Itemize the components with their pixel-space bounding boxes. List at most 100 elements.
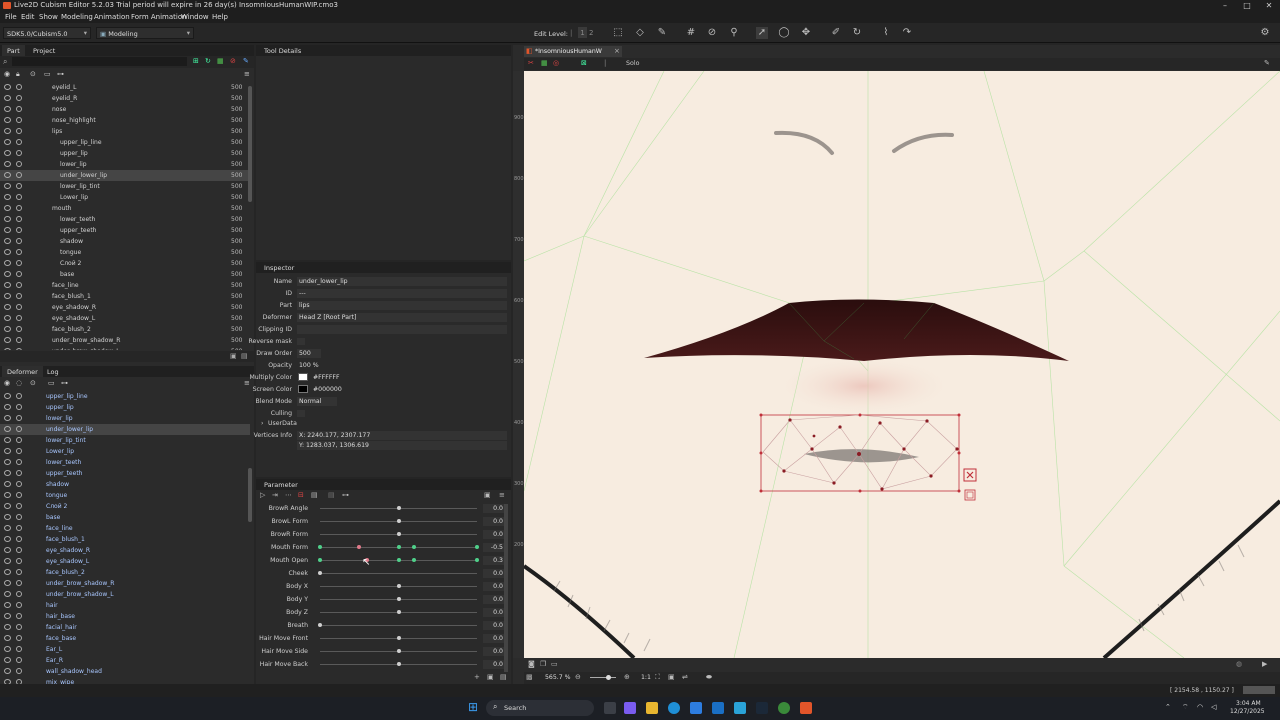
lock-toggle-icon[interactable]: [16, 613, 22, 619]
visibility-eye-icon[interactable]: [4, 569, 11, 575]
menu-help[interactable]: Help: [212, 13, 228, 21]
keyframe-dot[interactable]: [396, 545, 401, 549]
inspector-value[interactable]: Normal: [297, 397, 337, 406]
lock-toggle-icon[interactable]: [16, 580, 22, 586]
part-scrollbar[interactable]: [248, 86, 252, 202]
lock-toggle-icon[interactable]: [16, 249, 22, 255]
part-row[interactable]: eye_shadow_L 500: [0, 313, 250, 324]
view-grid-icon[interactable]: ▦: [541, 59, 548, 67]
grid-icon[interactable]: #: [685, 27, 697, 39]
menu-file[interactable]: File: [5, 13, 17, 21]
hierarchy-header-icon[interactable]: ⊶: [57, 70, 64, 78]
parameter-slider-knob[interactable]: [396, 519, 401, 523]
lock-toggle-icon[interactable]: [16, 426, 22, 432]
lock-toggle-icon[interactable]: [16, 415, 22, 421]
visibility-eye-icon[interactable]: [4, 205, 11, 211]
lock-toggle-icon[interactable]: [16, 139, 22, 145]
cubism-taskbar-icon[interactable]: [800, 702, 812, 714]
parameter-value[interactable]: -0.5: [483, 543, 505, 552]
pin-tool-icon[interactable]: ⚲: [728, 27, 740, 39]
visibility-eye-icon[interactable]: [4, 172, 11, 178]
parameter-slider-knob[interactable]: [396, 662, 401, 666]
tab-part[interactable]: Part: [2, 45, 25, 56]
lock-toggle-icon[interactable]: [16, 128, 22, 134]
visibility-eye-icon[interactable]: [4, 293, 11, 299]
deformer-row[interactable]: upper_teeth: [0, 468, 250, 479]
deformer-row[interactable]: face_base: [0, 633, 250, 644]
lock-toggle-icon[interactable]: [16, 183, 22, 189]
view-frame-icon[interactable]: ⊠: [581, 59, 587, 67]
lock-toggle-icon[interactable]: [16, 646, 22, 652]
mesh-close-handle-icon[interactable]: [963, 468, 977, 482]
part-search-input[interactable]: [12, 57, 187, 66]
lasso-icon[interactable]: ◯: [778, 27, 790, 39]
mesh-brush-icon[interactable]: ✎: [656, 27, 668, 39]
lock-toggle-icon[interactable]: [16, 117, 22, 123]
deformer-row[interactable]: lower_lip_tint: [0, 435, 250, 446]
lock-toggle-icon[interactable]: [16, 271, 22, 277]
lock-toggle-icon[interactable]: [16, 558, 22, 564]
parameter-slider-knob[interactable]: [318, 571, 322, 575]
visibility-eye-icon[interactable]: [4, 657, 11, 663]
rotate-tool-icon[interactable]: ↻: [851, 27, 863, 39]
lock-toggle-icon[interactable]: [16, 216, 22, 222]
mode-select[interactable]: ▣ Modeling ▾: [96, 27, 194, 39]
visibility-eye-icon[interactable]: [4, 481, 11, 487]
visibility-eye-icon[interactable]: [4, 514, 11, 520]
copilot-icon[interactable]: [624, 702, 636, 714]
parameter-row[interactable]: Body X 0.0: [255, 580, 505, 593]
visibility-eye-icon[interactable]: [4, 448, 11, 454]
lock-toggle-icon[interactable]: [16, 326, 22, 332]
tab-close-icon[interactable]: ×: [614, 47, 620, 55]
lock-toggle-icon[interactable]: [16, 459, 22, 465]
part-row[interactable]: upper_lip_line 500: [0, 137, 250, 148]
app-icon[interactable]: [734, 702, 746, 714]
zoom-out-icon[interactable]: ⊖: [575, 673, 581, 681]
part-row[interactable]: under_lower_lip 500: [0, 170, 250, 181]
screen-color-swatch[interactable]: [298, 385, 308, 393]
lock-toggle-icon[interactable]: [16, 481, 22, 487]
inspector-value[interactable]: [297, 338, 305, 345]
deformer-row[interactable]: Ear_R: [0, 655, 250, 666]
menu-modeling[interactable]: Modeling: [61, 13, 93, 21]
inspector-value[interactable]: Head Z [Root Part]: [297, 313, 507, 322]
lock-toggle-icon[interactable]: [16, 668, 22, 674]
viewport-tab[interactable]: ◧ *InsomniousHumanW ×: [524, 46, 622, 57]
parameter-slider-knob[interactable]: [396, 636, 401, 640]
parameter-row[interactable]: Body Z 0.0: [255, 606, 505, 619]
deformer-row[interactable]: hair: [0, 600, 250, 611]
parameter-scrollbar[interactable]: [504, 504, 508, 672]
visibility-eye-icon[interactable]: [4, 613, 11, 619]
hierarchy-icon[interactable]: ⊶: [342, 491, 349, 499]
loop-icon[interactable]: ◍: [1236, 660, 1242, 668]
visibility-eye-icon[interactable]: [4, 602, 11, 608]
visibility-eye-icon[interactable]: [4, 161, 11, 167]
deformer-row[interactable]: face_blush_2: [0, 567, 250, 578]
parameter-value[interactable]: 0.0: [483, 621, 505, 630]
visibility-eye-icon[interactable]: [4, 227, 11, 233]
flip-icon[interactable]: ⇌: [682, 673, 688, 681]
visibility-eye-icon[interactable]: [4, 646, 11, 652]
lock-toggle-icon[interactable]: [16, 536, 22, 542]
auto-mesh-icon[interactable]: ◇: [634, 27, 646, 39]
parameter-slider-knob[interactable]: [396, 597, 401, 601]
lock-toggle-icon[interactable]: [16, 150, 22, 156]
visibility-eye-icon[interactable]: [4, 536, 11, 542]
inspector-value[interactable]: lips: [297, 301, 507, 310]
keyframe-dot[interactable]: [475, 545, 479, 549]
visibility-eye-icon[interactable]: [4, 117, 11, 123]
visibility-eye-icon[interactable]: [4, 260, 11, 266]
parameter-row[interactable]: BrowL Form 0.0: [255, 515, 505, 528]
part-row[interactable]: eyelid_L 500: [0, 82, 250, 93]
close-icon[interactable]: ✕: [1258, 0, 1280, 11]
lock-toggle-icon[interactable]: [16, 525, 22, 531]
link-icon[interactable]: ⇥: [272, 491, 278, 499]
windows-start-icon[interactable]: ⊞: [468, 701, 481, 714]
part-row[interactable]: Слой 2 500: [0, 258, 250, 269]
part-row[interactable]: lips 500: [0, 126, 250, 137]
visibility-eye-icon[interactable]: [4, 459, 11, 465]
part-pin-icon[interactable]: ✎: [243, 57, 249, 65]
parameter-value[interactable]: 0.0: [483, 582, 505, 591]
checker-icon[interactable]: ▩: [526, 673, 533, 681]
parameter-row[interactable]: Hair Move Front 0.0: [255, 632, 505, 645]
